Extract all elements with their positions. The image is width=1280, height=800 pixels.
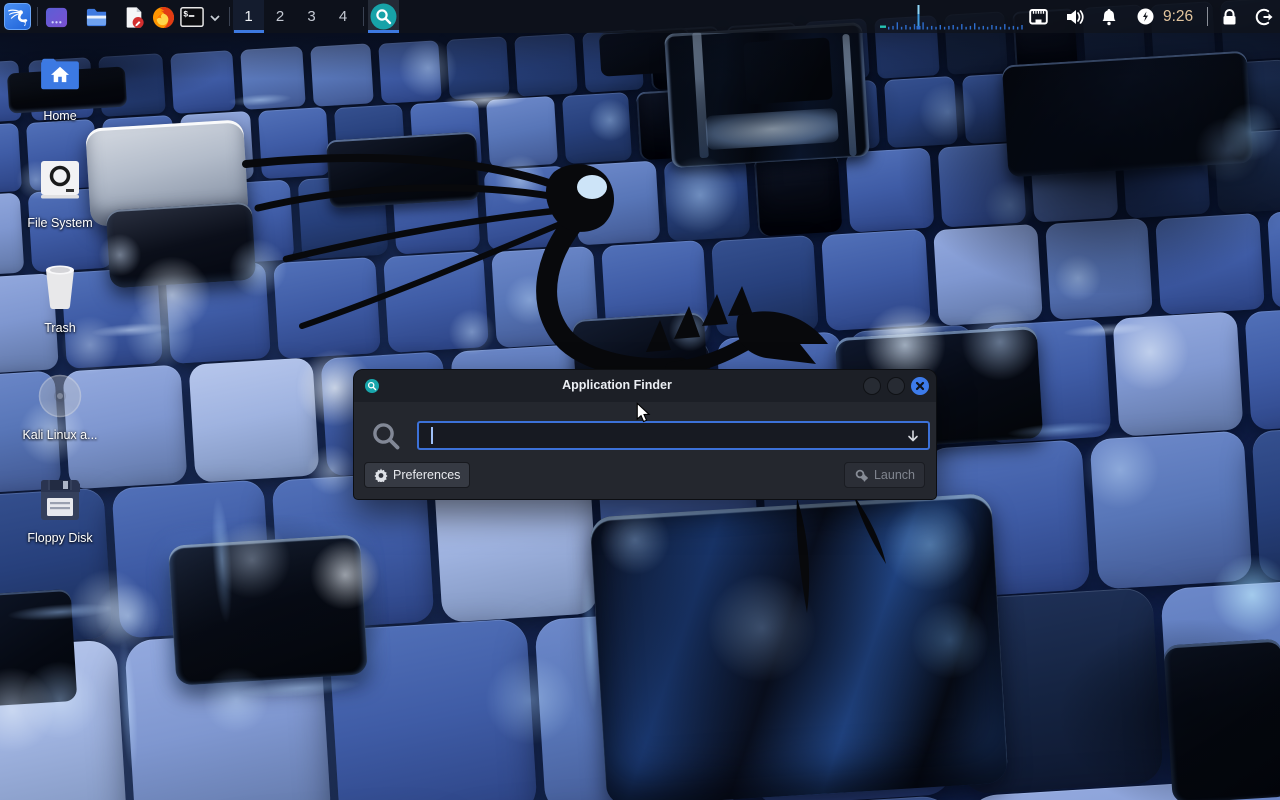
svg-text:$: $ — [183, 10, 188, 20]
